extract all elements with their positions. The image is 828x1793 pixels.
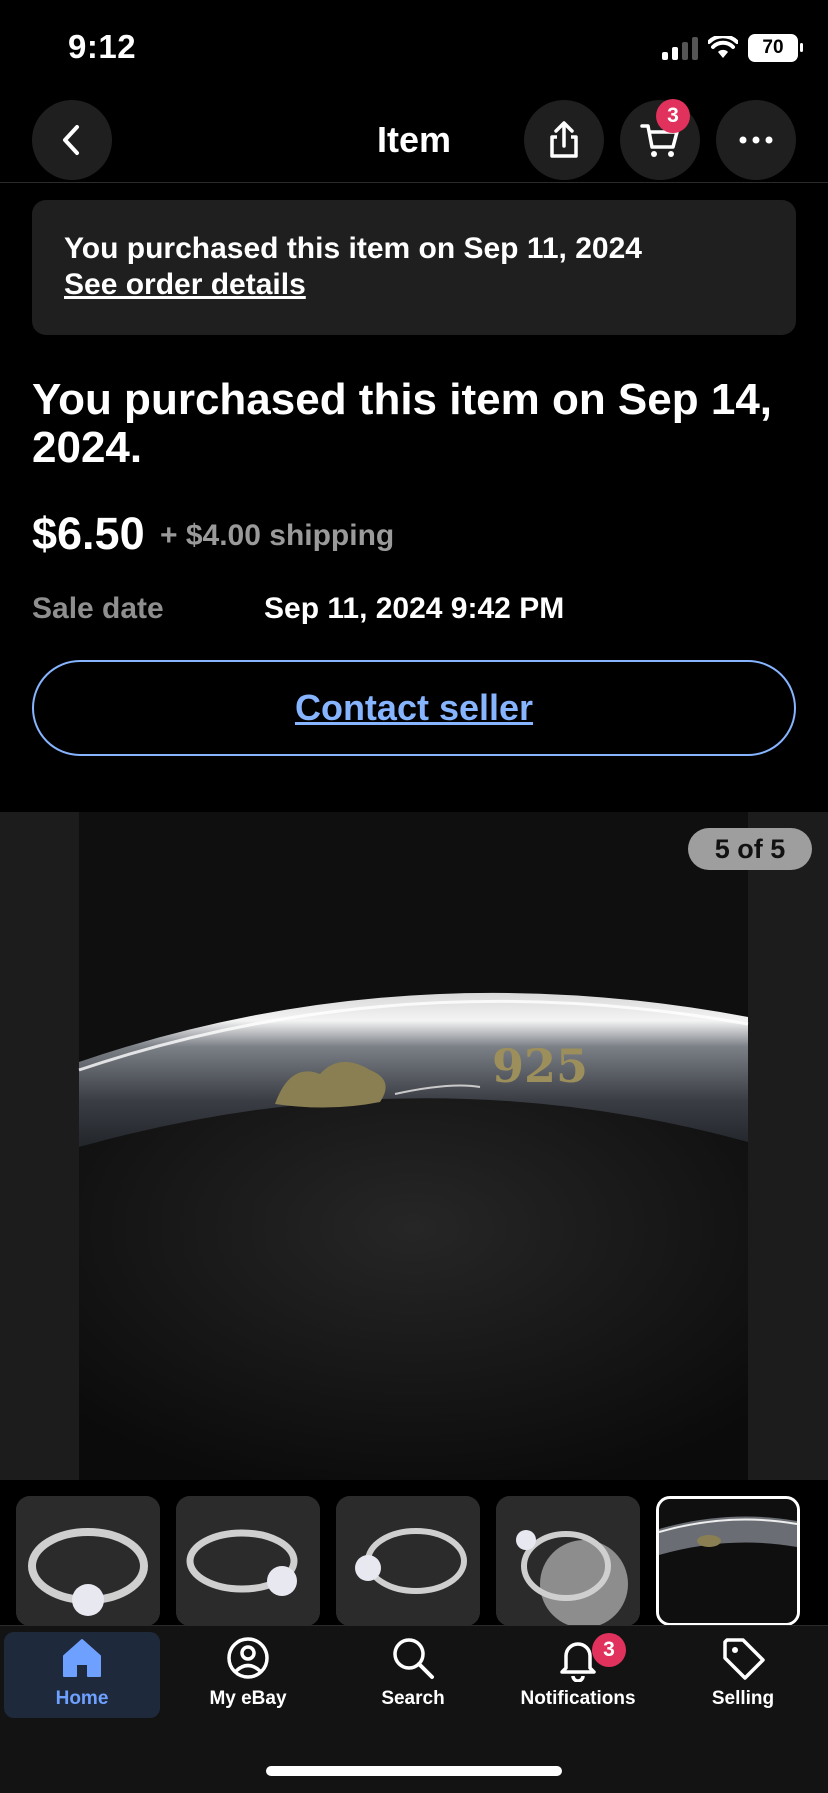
tab-notifications-label: Notifications [520,1688,636,1709]
tab-home[interactable]: Home [4,1632,160,1718]
hallmark-engraving: 925 [492,1039,588,1093]
purchase-headline: You purchased this item on Sep 14, 2024. [32,375,773,472]
tab-search-label: Search [381,1688,445,1709]
signal-icon [662,36,698,60]
share-icon [550,121,578,158]
ring-with-coin-thumbnail [496,1496,640,1626]
cart-count-badge: 3 [656,99,690,133]
home-indicator [266,1766,562,1776]
see-order-details-link[interactable]: See order details [64,268,306,302]
search-icon [393,1638,434,1679]
battery-icon: 70 [748,34,803,62]
tab-search[interactable]: Search [335,1632,491,1718]
sale-date-value: Sep 11, 2024 9:42 PM [264,592,565,625]
notifications-count-badge: 3 [592,1633,626,1667]
ring-side-thumbnail [176,1496,320,1626]
thumbnail-3[interactable] [336,1496,480,1626]
more-icon [739,136,773,144]
sale-date-label: Sale date [32,592,164,625]
home-icon [63,1639,101,1677]
thumbnail-5-selected[interactable] [656,1496,800,1626]
contact-seller-button[interactable]: Contact seller [32,660,796,756]
image-counter: 5 of 5 [688,828,812,870]
thumbnail-1[interactable] [16,1496,160,1626]
ring-hallmark-photo: 925 [0,812,828,1480]
purchase-banner-text: You purchased this item on Sep 11, 2024 [64,232,642,265]
item-price: $6.50 [32,508,145,559]
status-time: 9:12 [68,28,137,65]
ring-front-thumbnail [16,1496,160,1626]
header-divider [0,182,828,183]
tab-my-ebay-label: My eBay [209,1688,287,1709]
status-icons: 70 [662,34,803,62]
tab-selling-label: Selling [711,1688,775,1709]
page-title: Item [376,119,452,160]
ring-angle-thumbnail [336,1496,480,1626]
thumbnail-2[interactable] [176,1496,320,1626]
tab-home-label: Home [55,1688,109,1709]
account-icon [227,1637,269,1679]
more-options-button[interactable] [716,100,796,180]
share-button[interactable] [524,100,604,180]
thumbnail-4[interactable] [496,1496,640,1626]
item-image[interactable]: 925 [0,812,828,1480]
ring-hallmark-thumbnail [659,1499,797,1623]
tab-my-ebay[interactable]: My eBay [170,1632,326,1718]
wifi-icon [708,36,738,58]
tag-icon [723,1638,765,1680]
tab-selling[interactable]: Selling [665,1632,821,1718]
shipping-cost: + $4.00 shipping [160,519,395,552]
tab-notifications[interactable]: Notifications [500,1632,656,1718]
